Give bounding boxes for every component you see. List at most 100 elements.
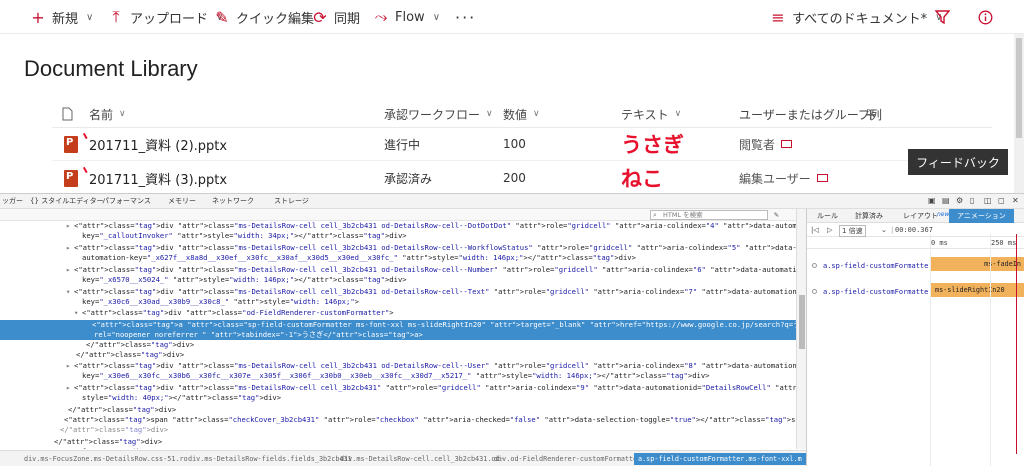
number-value: 200 — [503, 171, 526, 185]
devtools-tab-bar: ッガー {} スタイルエディター パフォーマンス メモリー ネットワーク ストレ… — [0, 194, 1024, 209]
column-header-workflow[interactable]: 承認ワークフロー ∨ — [384, 100, 493, 128]
animation-bar-fadein[interactable]: ms-fadeIn — [931, 257, 1024, 271]
breadcrumb-item-active[interactable]: a.sp-field-customFormatter.ms-font-xxl.m — [634, 453, 806, 465]
animation-bar-slideright[interactable]: ms-slideRightIn20 — [931, 283, 1024, 297]
breadcrumb-item[interactable]: div.ms-DetailsRow-cell.cell_3b2cb431.od- — [340, 455, 504, 463]
dom-node[interactable]: key="_x6570__x5024_" "attr">style="width… — [0, 275, 796, 285]
filter-button[interactable] — [935, 0, 950, 34]
dom-node[interactable]: ▸ <"attr">class="tag">div "attr">class="m… — [0, 265, 796, 275]
feedback-button[interactable]: フィードバック — [908, 149, 1008, 175]
html-search-input[interactable]: HTML を検索 — [650, 210, 768, 220]
rewind-icon[interactable]: |◁ — [811, 226, 819, 234]
dom-breadcrumb: div.ms-FocusZone.ms-DetailsRow.css-51.ro… — [0, 450, 806, 466]
animation-item[interactable]: a.sp-field-customFormatte ms-slideRightI… — [807, 279, 1024, 305]
dom-node[interactable]: key="_calloutInvoker" "attr">style="widt… — [0, 231, 796, 241]
tab-rules[interactable]: ルール — [817, 211, 838, 221]
user-cell[interactable]: 編集ユーザー — [739, 162, 828, 193]
dom-node[interactable]: automation-key="_x627f__x8a8d__x30ef__x3… — [0, 253, 796, 263]
sync-button[interactable]: ⟳ 同期 — [312, 0, 360, 34]
eyedropper-icon[interactable]: ✎ — [774, 210, 779, 220]
new-button[interactable]: + 新規 ∨ — [30, 0, 93, 34]
responsive-icon[interactable]: ▯ — [970, 196, 974, 205]
text-formatted-link[interactable]: ねこ — [621, 162, 663, 193]
tab-layout[interactable]: レイアウト — [903, 211, 938, 221]
dom-node[interactable]: ▾ <"attr">class="tag">div "attr">class="m… — [0, 287, 796, 297]
speed-selector[interactable]: 1 倍速 — [839, 225, 866, 237]
scrollbar-thumb[interactable] — [799, 295, 805, 349]
flow-button[interactable]: ⤳ Flow ∨ — [373, 0, 440, 34]
column-header-number[interactable]: 数値 ∨ — [503, 100, 540, 128]
mail-icon[interactable] — [781, 140, 793, 148]
quick-edit-button[interactable]: ✎ クイック編集 — [214, 0, 314, 34]
dom-node-selected[interactable]: rel="noopener noreferrer " "attr">tabind… — [0, 330, 796, 340]
tab-storage[interactable]: ストレージ — [274, 196, 309, 206]
tab-performance[interactable]: パフォーマンス — [102, 196, 151, 206]
add-column-button[interactable]: + — [864, 100, 877, 128]
text-formatted-link[interactable]: うさぎ — [621, 128, 684, 160]
pptx-file-icon — [64, 162, 84, 193]
dom-node[interactable]: style="width: 40px;"></"attr">class="tag… — [0, 393, 796, 403]
dom-node[interactable]: key="_x30c6__x30ad__x30b9__x30c8_" "attr… — [0, 297, 796, 307]
workflow-status: 承認済み — [384, 171, 433, 186]
dom-node[interactable]: </"attr">class="tag">div> — [0, 425, 796, 435]
upload-button[interactable]: ⤒ アップロード ∨ — [108, 0, 223, 34]
dom-node[interactable]: <"attr">class="tag">span "attr">class="c… — [0, 415, 796, 425]
chevron-down-icon: ∨ — [119, 109, 126, 119]
file-name-link[interactable]: 201711_資料 (2).pptx — [89, 128, 227, 160]
info-button[interactable] — [978, 0, 993, 34]
tab-computed[interactable]: 計算済み — [855, 211, 883, 221]
highlight-node-icon[interactable] — [812, 289, 817, 294]
animation-item[interactable]: a.sp-field-customFormatte ms-fadeIn — [807, 253, 1024, 279]
view-selector[interactable]: ≡ すべてのドキュメント* ∨ — [770, 0, 942, 34]
dom-node[interactable]: ▸ <"attr">class="tag">div "attr">class="m… — [0, 361, 796, 371]
plus-icon: + — [31, 7, 45, 27]
dom-node[interactable]: ▾ <"attr">class="tag">div "attr">class="o… — [0, 308, 796, 318]
timeline-playhead[interactable] — [1016, 234, 1017, 454]
dom-node[interactable]: </"attr">class="tag">div> — [0, 350, 796, 360]
dock-icon[interactable]: ▣ — [928, 196, 936, 205]
settings-icon[interactable]: ⚙ — [956, 196, 963, 205]
breadcrumb-item[interactable]: div.ms-FocusZone.ms-DetailsRow.css-51.ro — [24, 455, 188, 463]
split-console-icon[interactable]: ▤ — [942, 196, 950, 205]
more-button[interactable]: ··· — [455, 0, 476, 34]
dom-node[interactable]: ▸ <"attr">class="tag">div "attr">class="m… — [0, 243, 796, 253]
breadcrumb-item[interactable]: div.od-FieldRenderer-customFormatter — [494, 455, 641, 463]
dom-node[interactable]: </"attr">class="tag">div> — [0, 447, 796, 449]
highlight-node-icon[interactable] — [812, 263, 817, 268]
dom-node[interactable]: ▸ <"attr">class="tag">div "attr">class="m… — [0, 221, 796, 231]
window-icon[interactable]: ◻ — [998, 196, 1005, 205]
breadcrumb-item[interactable]: div.ms-DetailsRow-fields.fields_3b2cb431 — [188, 455, 352, 463]
file-type-header[interactable] — [62, 100, 73, 128]
info-icon — [978, 10, 993, 24]
dom-node[interactable]: ▸ <"attr">class="tag">div "attr">class="m… — [0, 383, 796, 393]
column-header-name[interactable]: 名前 ∨ — [89, 100, 126, 128]
page-scrollbar[interactable] — [1014, 34, 1024, 193]
dom-node[interactable]: key="_x30e6__x30fc__x30b6__x30fc__x307e_… — [0, 371, 796, 381]
table-row[interactable]: 201711_資料 (2).pptx 進行中 100 うさぎ 閲覧者 — [0, 128, 1024, 160]
chevron-down-icon: ∨ — [432, 11, 441, 23]
tab-memory[interactable]: メモリー — [168, 196, 196, 206]
row-divider — [52, 160, 992, 161]
column-header-text[interactable]: テキスト ∨ — [621, 100, 681, 128]
scrollbar-thumb[interactable] — [1016, 38, 1022, 138]
dom-node[interactable]: </"attr">class="tag">div> — [0, 437, 796, 447]
column-header-user[interactable]: ユーザーまたはグループ列 — [739, 100, 882, 128]
dom-scrollbar[interactable] — [796, 209, 806, 449]
layout-icon[interactable]: ◫ — [984, 196, 992, 205]
close-icon[interactable]: ✕ — [1012, 196, 1019, 205]
user-cell[interactable]: 閲覧者 — [739, 128, 793, 160]
dom-node[interactable]: </"attr">class="tag">div> — [0, 340, 796, 350]
file-name-link[interactable]: 201711_資料 (3).pptx — [89, 162, 227, 193]
tab-network[interactable]: ネットワーク — [212, 196, 254, 206]
dom-inspector[interactable]: HTML を検索 ✎ ▸<"attr">class="tag">div "att… — [0, 209, 796, 449]
mail-icon[interactable] — [816, 174, 828, 182]
play-icon[interactable]: ▷ — [827, 226, 832, 234]
tab-debugger[interactable]: ッガー — [2, 196, 23, 206]
chevron-down-icon: ∨ — [86, 11, 94, 23]
timeline-gridline — [990, 234, 991, 466]
tab-style-editor[interactable]: {} スタイルエディター — [30, 196, 104, 206]
table-row[interactable]: 201711_資料 (3).pptx 承認済み 200 ねこ 編集ユーザー — [0, 162, 1024, 193]
dom-node-selected[interactable]: <"attr">class="tag">a "attr">class="sp-f… — [0, 320, 796, 330]
tab-animations[interactable]: アニメーション — [949, 209, 1014, 223]
dom-node[interactable]: </"attr">class="tag">div> — [0, 405, 796, 415]
